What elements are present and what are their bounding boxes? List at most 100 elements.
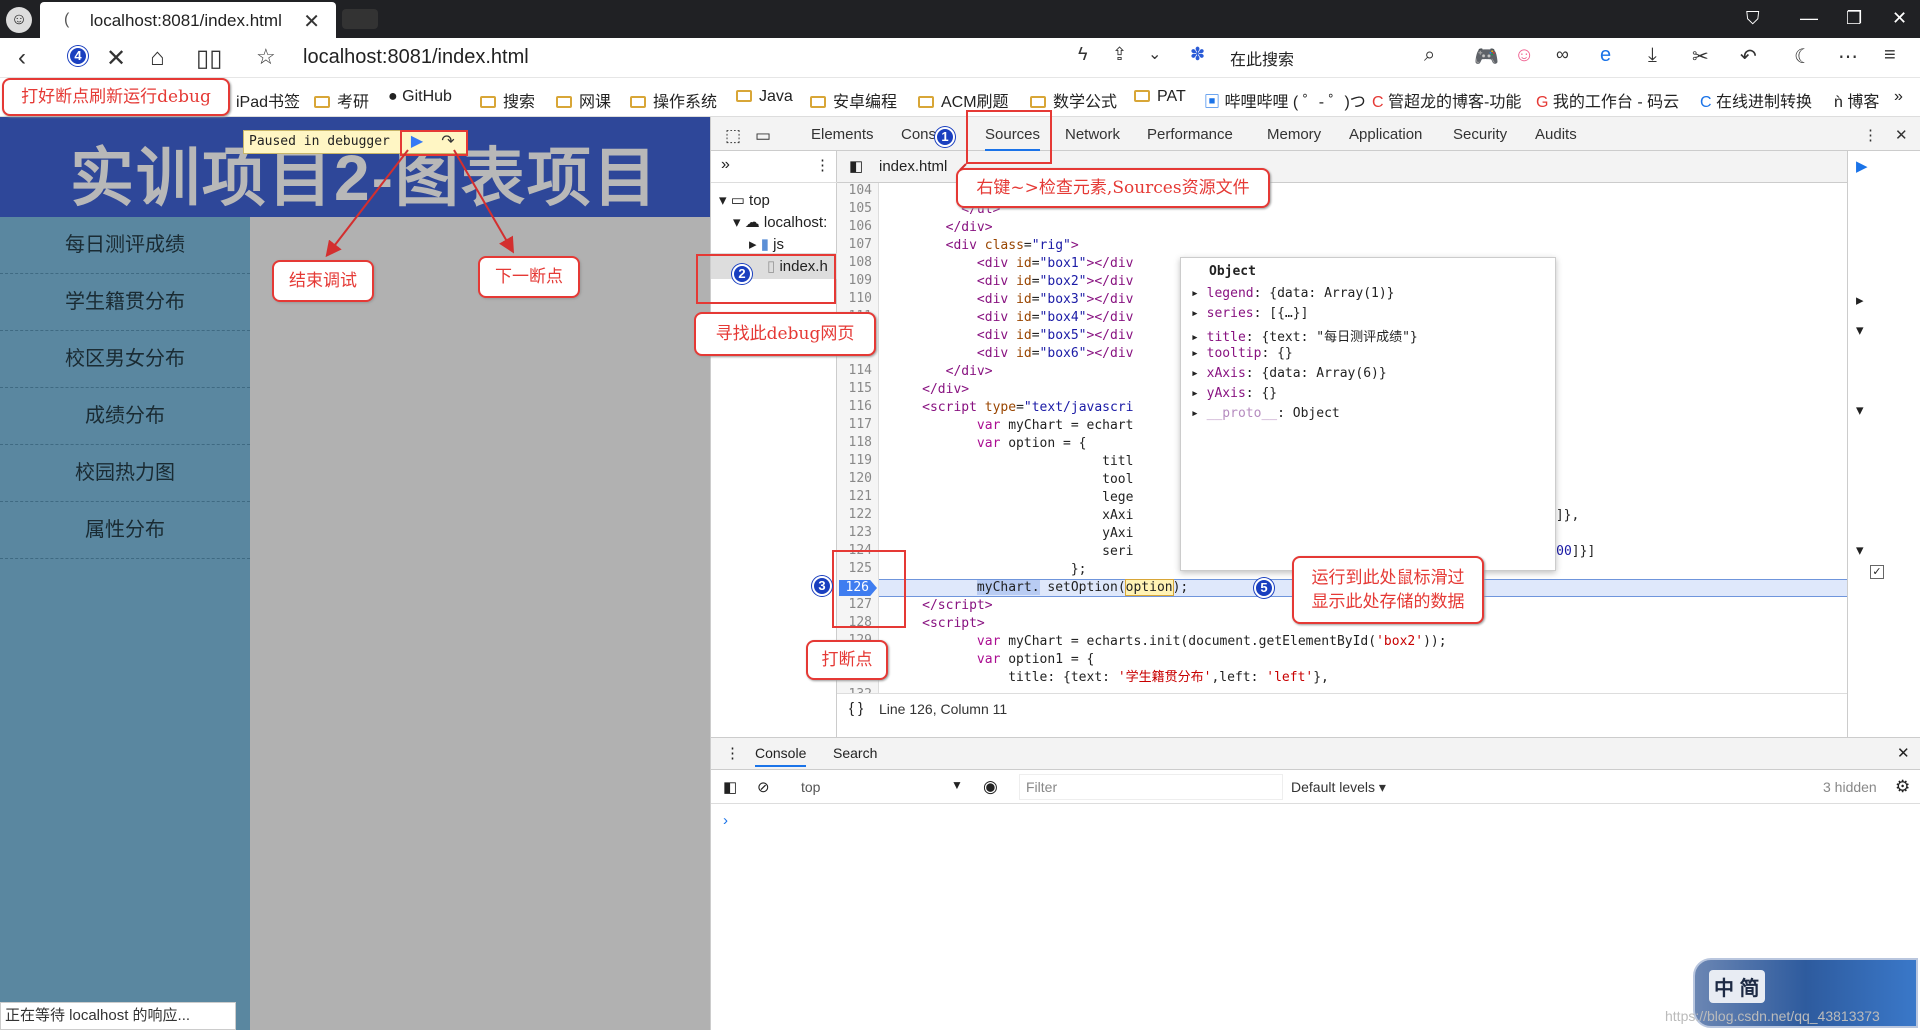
tab-console-drawer[interactable]: Console <box>755 745 807 767</box>
line-number[interactable]: 105 <box>849 201 872 216</box>
menu-icon[interactable]: ≡ <box>1884 44 1896 67</box>
bookmark-item[interactable]: 网课 <box>556 88 611 112</box>
tab-console[interactable]: Cons <box>901 126 936 143</box>
navigator-menu-icon[interactable]: ⋮ <box>815 156 830 174</box>
levels-select[interactable]: Default levels ▾ <box>1291 779 1386 796</box>
bookmark-item[interactable]: ǹ 博客 <box>1834 88 1879 112</box>
glasses-icon[interactable]: ∞ <box>1556 44 1569 65</box>
line-number[interactable]: 115 <box>849 381 872 396</box>
popup-row[interactable]: ▸ __proto__: Object <box>1191 406 1340 421</box>
back-icon[interactable]: ‹ <box>18 44 26 72</box>
tree-js-folder[interactable]: ▸ ▮ js <box>749 235 784 253</box>
settings-gear-icon[interactable]: ⚙ <box>1895 777 1910 797</box>
bookmark-item[interactable]: PAT <box>1134 88 1186 106</box>
bookmark-item[interactable]: C 在线进制转换 <box>1700 88 1812 112</box>
edge-icon[interactable]: e <box>1600 44 1611 67</box>
callstack-section-icon[interactable]: ▾ <box>1856 321 1864 339</box>
night-mode-icon[interactable]: ☾ <box>1794 44 1812 69</box>
chevron-down-icon[interactable]: ⌄ <box>1148 44 1161 64</box>
more-icon[interactable]: ⋯ <box>1838 44 1858 69</box>
minimize-icon[interactable]: — <box>1800 8 1818 29</box>
line-number[interactable]: 123 <box>849 525 872 540</box>
sidebar-item[interactable]: 成绩分布 <box>0 388 250 445</box>
popup-row[interactable]: ▸ title: {text: "每日测评成绩"} <box>1191 326 1418 345</box>
bookmark-item[interactable]: 操作系统 <box>630 88 717 112</box>
line-number[interactable]: 116 <box>849 399 872 414</box>
pretty-print-icon[interactable]: { } <box>849 700 863 717</box>
shirt-icon[interactable]: ⛉ <box>1746 8 1760 29</box>
close-devtools-icon[interactable]: ✕ <box>1895 126 1908 144</box>
line-number[interactable]: 114 <box>849 363 872 378</box>
line-number[interactable]: 122 <box>849 507 872 522</box>
bookmark-item[interactable]: iPad书签 <box>236 88 300 112</box>
line-number[interactable]: 119 <box>849 453 872 468</box>
context-select[interactable]: top <box>801 779 820 795</box>
bookmark-item[interactable]: 考研 <box>314 88 369 112</box>
search-input[interactable]: 在此搜索 <box>1230 46 1490 72</box>
popup-row[interactable]: ▸ tooltip: {} <box>1191 346 1293 361</box>
watch-section-icon[interactable]: ▸ <box>1856 291 1864 309</box>
bookmark-item[interactable]: ACM刷题 <box>918 88 1009 112</box>
line-number[interactable]: 117 <box>849 417 872 432</box>
share-icon[interactable]: ⇪ <box>1112 44 1127 65</box>
line-number[interactable]: 120 <box>849 471 872 486</box>
browser-tab[interactable]: ( localhost:8081/index.html ✕ <box>40 2 336 38</box>
stop-icon[interactable]: ✕ <box>106 44 126 73</box>
bookmark-item[interactable]: 数学公式 <box>1030 88 1117 112</box>
scissors-icon[interactable]: ✂ <box>1692 44 1709 69</box>
search-icon[interactable]: ⌕ <box>1424 44 1435 67</box>
game-icon[interactable]: 🎮 <box>1474 44 1499 69</box>
url-input[interactable]: localhost:8081/index.html <box>303 46 529 69</box>
paw-icon[interactable]: ✽ <box>1190 44 1205 65</box>
download-icon[interactable]: ⤓ <box>1648 44 1657 67</box>
console-prompt-icon[interactable]: › <box>723 812 728 829</box>
bookmark-item[interactable]: G 我的工作台 - 码云 <box>1536 88 1679 112</box>
line-number[interactable]: 106 <box>849 219 872 234</box>
bookmark-item[interactable]: ▣ 哔哩哔哩 ( ゜- ゜)つ <box>1204 88 1366 112</box>
device-icon[interactable]: ▭ <box>755 126 771 146</box>
line-number[interactable]: 104 <box>849 183 872 198</box>
new-tab-button[interactable] <box>342 9 378 29</box>
close-window-icon[interactable]: ✕ <box>1892 8 1907 29</box>
filter-input[interactable]: Filter <box>1019 774 1283 800</box>
tab-performance[interactable]: Performance <box>1147 126 1233 143</box>
undo-icon[interactable]: ↶ <box>1740 44 1757 69</box>
sidebar-item[interactable]: 属性分布 <box>0 502 250 559</box>
line-number[interactable]: 118 <box>849 435 872 450</box>
bookmark-item[interactable]: 搜索 <box>480 88 535 112</box>
chevron-down-icon[interactable]: ▼ <box>951 778 963 792</box>
drawer-menu-icon[interactable]: ⋮ <box>725 744 740 762</box>
tab-elements[interactable]: Elements <box>811 126 874 143</box>
breakpoint-checkbox[interactable]: ✓ <box>1870 565 1884 579</box>
line-number[interactable]: 121 <box>849 489 872 504</box>
sidebar-item[interactable]: 学生籍贯分布 <box>0 274 250 331</box>
bookmark-item[interactable]: 安卓编程 <box>810 88 897 112</box>
browser-logo-icon[interactable]: ☺ <box>6 7 32 33</box>
scope-section-icon[interactable]: ▾ <box>1856 401 1864 419</box>
line-number[interactable]: 107 <box>849 237 872 252</box>
close-drawer-icon[interactable]: ✕ <box>1897 744 1910 762</box>
home-icon[interactable]: ⌂ <box>150 44 165 72</box>
sidebar-item[interactable]: 每日测评成绩 <box>0 217 250 274</box>
popup-row[interactable]: ▸ yAxis: {} <box>1191 386 1277 401</box>
devtools-menu-icon[interactable]: ⋮ <box>1863 126 1878 144</box>
inspect-icon[interactable]: ⬚ <box>725 126 741 146</box>
bookmark-item[interactable]: ● GitHub <box>388 88 452 106</box>
eye-icon[interactable]: ◉ <box>983 777 998 797</box>
clear-console-icon[interactable]: ⊘ <box>757 778 770 796</box>
toggle-navigator-icon[interactable]: ◧ <box>849 157 863 175</box>
sidebar-item[interactable]: 校区男女分布 <box>0 331 250 388</box>
resume-icon[interactable]: ▶ <box>1856 157 1868 175</box>
bookmark-star-icon[interactable]: ☆ <box>256 44 276 70</box>
popup-row[interactable]: ▸ legend: {data: Array(1)} <box>1191 286 1395 301</box>
bookmark-item[interactable]: Java <box>736 88 793 106</box>
breakpoints-section-icon[interactable]: ▾ <box>1856 541 1864 559</box>
tab-search[interactable]: Search <box>833 745 877 761</box>
reader-icon[interactable]: ▯▯ <box>196 44 222 73</box>
tab-memory[interactable]: Memory <box>1267 126 1321 143</box>
bookmark-item[interactable]: C 管超龙的博客-功能 <box>1372 88 1521 112</box>
tab-network[interactable]: Network <box>1065 126 1120 143</box>
editor-file-tab[interactable]: index.html <box>879 158 947 175</box>
popup-row[interactable]: ▸ xAxis: {data: Array(6)} <box>1191 366 1387 381</box>
tree-top[interactable]: ▾ ▭ top <box>719 191 770 209</box>
